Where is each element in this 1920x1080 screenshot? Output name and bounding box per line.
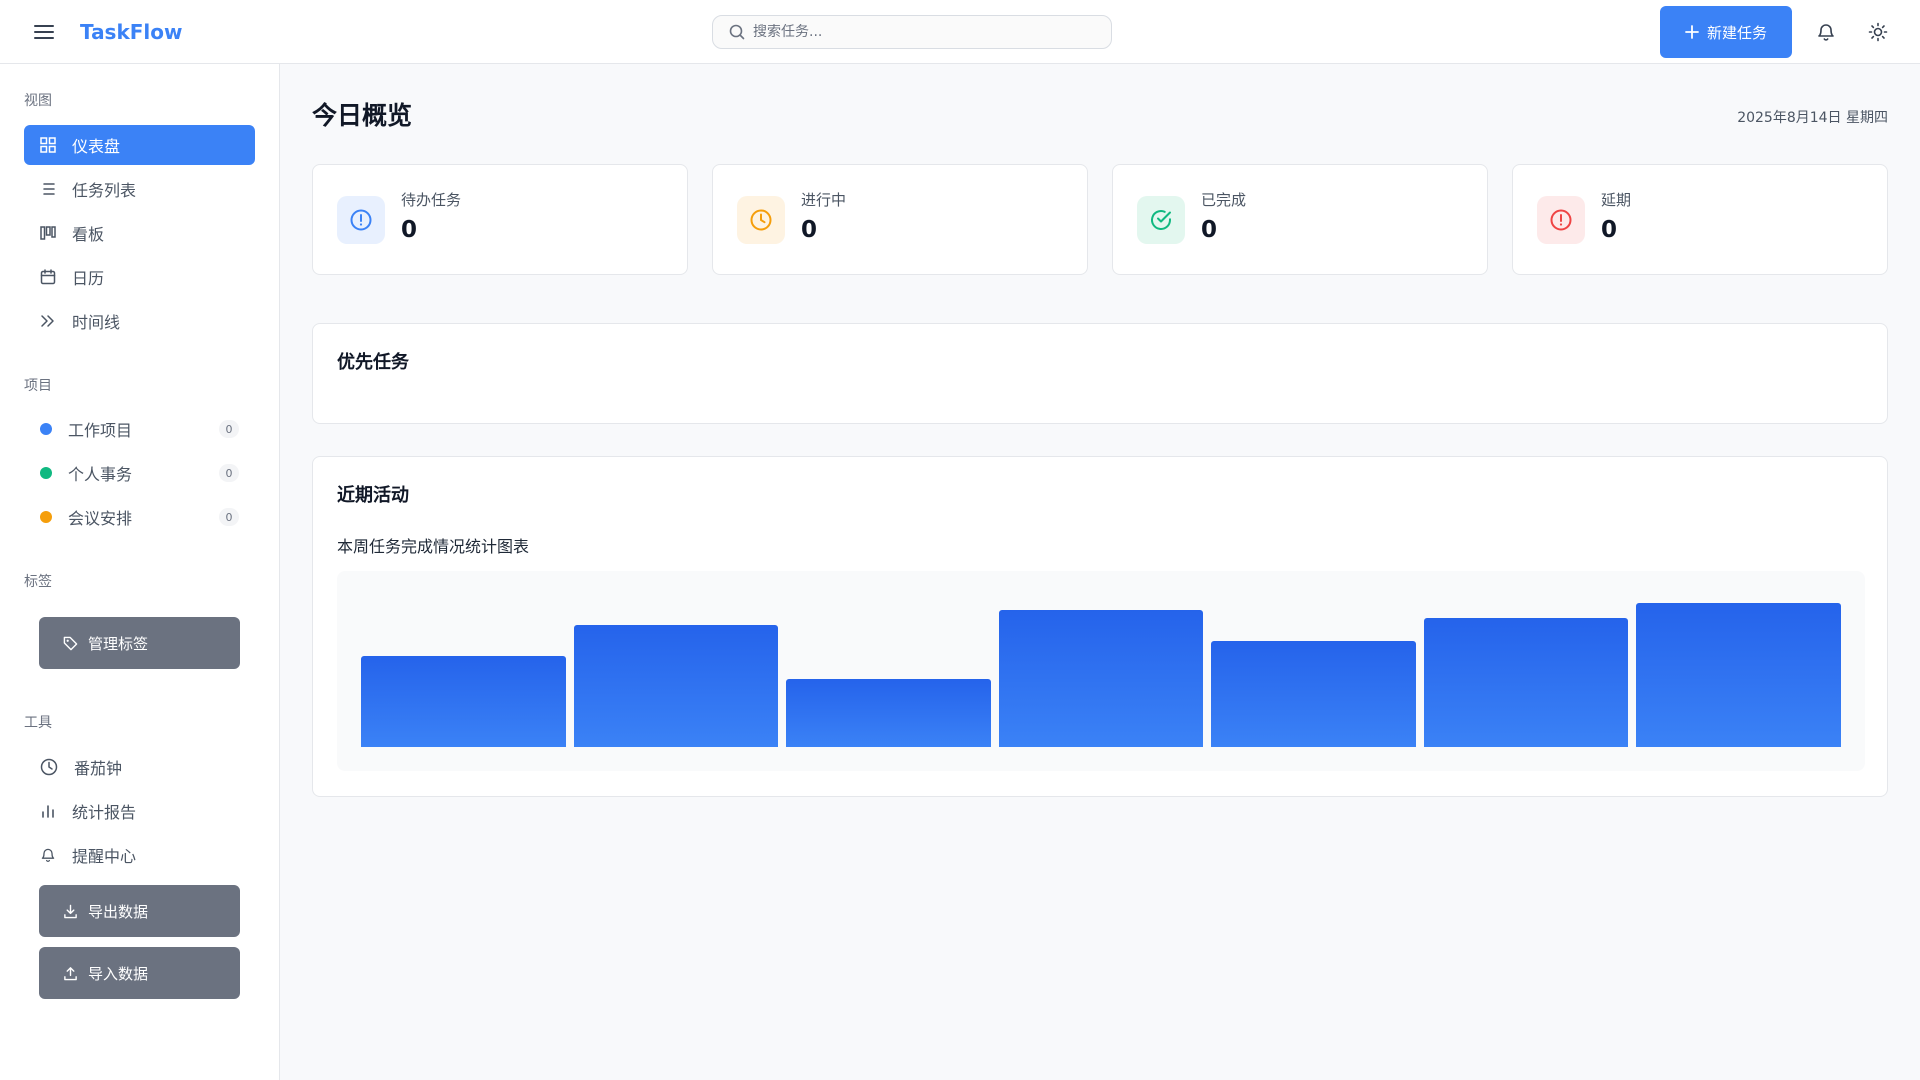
sidebar-item-kanban[interactable]: 看板 — [24, 213, 255, 253]
calendar-icon — [40, 269, 56, 285]
project-count-badge: 0 — [219, 420, 239, 438]
search-input[interactable] — [753, 24, 1093, 40]
sidebar-item-label: 日历 — [72, 269, 105, 288]
new-task-button[interactable]: 新建任务 — [1660, 6, 1792, 58]
grid-icon — [40, 137, 56, 153]
chart-bar — [361, 655, 566, 747]
sidebar-item-label: 统计报告 — [72, 803, 137, 822]
sidebar-item-pomodoro[interactable]: 番茄钟 — [24, 747, 255, 787]
project-label: 会议安排 — [68, 509, 133, 528]
priority-tasks-panel: 优先任务 — [312, 323, 1888, 424]
stat-value: 0 — [1201, 217, 1218, 243]
timeline-icon — [40, 313, 56, 329]
current-date: 2025年8月14日 星期四 — [1737, 110, 1888, 126]
project-count-badge: 0 — [219, 464, 239, 482]
export-data-button[interactable]: 导出数据 — [39, 885, 240, 937]
chart-bar — [573, 625, 779, 747]
project-label: 个人事务 — [68, 465, 133, 484]
sidebar-item-label: 时间线 — [72, 313, 121, 332]
projects-section-title: 项目 — [24, 378, 52, 394]
stat-label: 待办任务 — [401, 191, 462, 209]
download-icon — [63, 904, 78, 919]
new-task-label: 新建任务 — [1706, 23, 1767, 42]
tag-icon — [63, 636, 78, 651]
chart-bar — [786, 678, 991, 747]
sidebar-item-label: 番茄钟 — [74, 759, 123, 778]
app-brand[interactable]: TaskFlow — [80, 18, 183, 46]
project-item-work[interactable]: 工作项目 0 — [24, 409, 239, 449]
project-color-dot — [40, 423, 52, 435]
sidebar-item-timeline[interactable]: 时间线 — [24, 301, 255, 341]
stat-label: 已完成 — [1201, 191, 1247, 209]
sidebar-item-dashboard[interactable]: 仪表盘 — [24, 125, 255, 165]
stat-label: 进行中 — [801, 191, 847, 209]
chart-bar — [1636, 602, 1841, 747]
chart-bar — [1211, 640, 1416, 747]
page-title: 今日概览 — [312, 101, 413, 130]
manage-tags-button[interactable]: 管理标签 — [39, 617, 240, 669]
sidebar: 视图 仪表盘 任务列表 看板 日历 时间线 项目 工作项目 0 个人事务 0 会… — [0, 64, 280, 1080]
stat-card-in-progress[interactable]: 进行中 0 — [712, 164, 1088, 275]
project-color-dot — [40, 511, 52, 523]
bar-chart-icon — [40, 803, 56, 819]
search-icon — [729, 24, 745, 40]
recent-activity-panel: 近期活动 本周任务完成情况统计图表 — [312, 456, 1888, 797]
chart-caption: 本周任务完成情况统计图表 — [337, 537, 530, 556]
sidebar-item-reports[interactable]: 统计报告 — [24, 791, 255, 831]
project-label: 工作项目 — [68, 421, 133, 440]
stat-label: 延期 — [1601, 191, 1632, 209]
clock-icon — [40, 758, 58, 776]
theme-sun-icon[interactable] — [1864, 18, 1892, 46]
views-section-title: 视图 — [24, 93, 52, 109]
project-color-dot — [40, 467, 52, 479]
alert-icon — [1537, 196, 1585, 244]
stat-value: 0 — [801, 217, 818, 243]
import-data-label: 导入数据 — [88, 964, 149, 983]
top-header: TaskFlow 新建任务 — [0, 0, 1920, 64]
sidebar-item-calendar[interactable]: 日历 — [24, 257, 255, 297]
notification-bell-icon[interactable] — [1812, 18, 1840, 46]
search-bar[interactable] — [712, 15, 1112, 49]
weekly-completion-chart — [337, 571, 1865, 771]
stat-value: 0 — [1601, 217, 1618, 243]
chart-bar — [1423, 617, 1629, 747]
import-data-button[interactable]: 导入数据 — [39, 947, 240, 999]
sidebar-item-label: 看板 — [72, 225, 105, 244]
plus-icon — [1685, 25, 1699, 39]
tools-section-title: 工具 — [24, 715, 52, 731]
stat-card-pending[interactable]: 待办任务 0 — [312, 164, 688, 275]
clock-icon — [737, 196, 785, 244]
manage-tags-label: 管理标签 — [88, 634, 149, 653]
chart-bar — [998, 610, 1204, 747]
recent-activity-title: 近期活动 — [337, 485, 409, 506]
stat-card-overdue[interactable]: 延期 0 — [1512, 164, 1888, 275]
sidebar-item-reminders[interactable]: 提醒中心 — [24, 835, 255, 875]
sidebar-item-task-list[interactable]: 任务列表 — [24, 169, 255, 209]
sidebar-item-label: 仪表盘 — [72, 137, 121, 156]
project-item-meetings[interactable]: 会议安排 0 — [24, 497, 239, 537]
list-icon — [40, 181, 56, 197]
priority-tasks-title: 优先任务 — [337, 352, 409, 373]
kanban-icon — [40, 225, 56, 241]
stat-card-completed[interactable]: 已完成 0 — [1112, 164, 1488, 275]
tags-section-title: 标签 — [24, 574, 52, 590]
project-count-badge: 0 — [219, 508, 239, 526]
export-data-label: 导出数据 — [88, 902, 149, 921]
check-circle-icon — [1137, 196, 1185, 244]
project-item-personal[interactable]: 个人事务 0 — [24, 453, 239, 493]
sidebar-item-label: 提醒中心 — [72, 847, 137, 866]
sidebar-item-label: 任务列表 — [72, 181, 137, 200]
alert-circle-icon — [337, 196, 385, 244]
stat-value: 0 — [401, 217, 418, 243]
menu-icon[interactable] — [30, 18, 58, 46]
upload-icon — [63, 966, 78, 981]
bell-icon — [40, 847, 56, 863]
